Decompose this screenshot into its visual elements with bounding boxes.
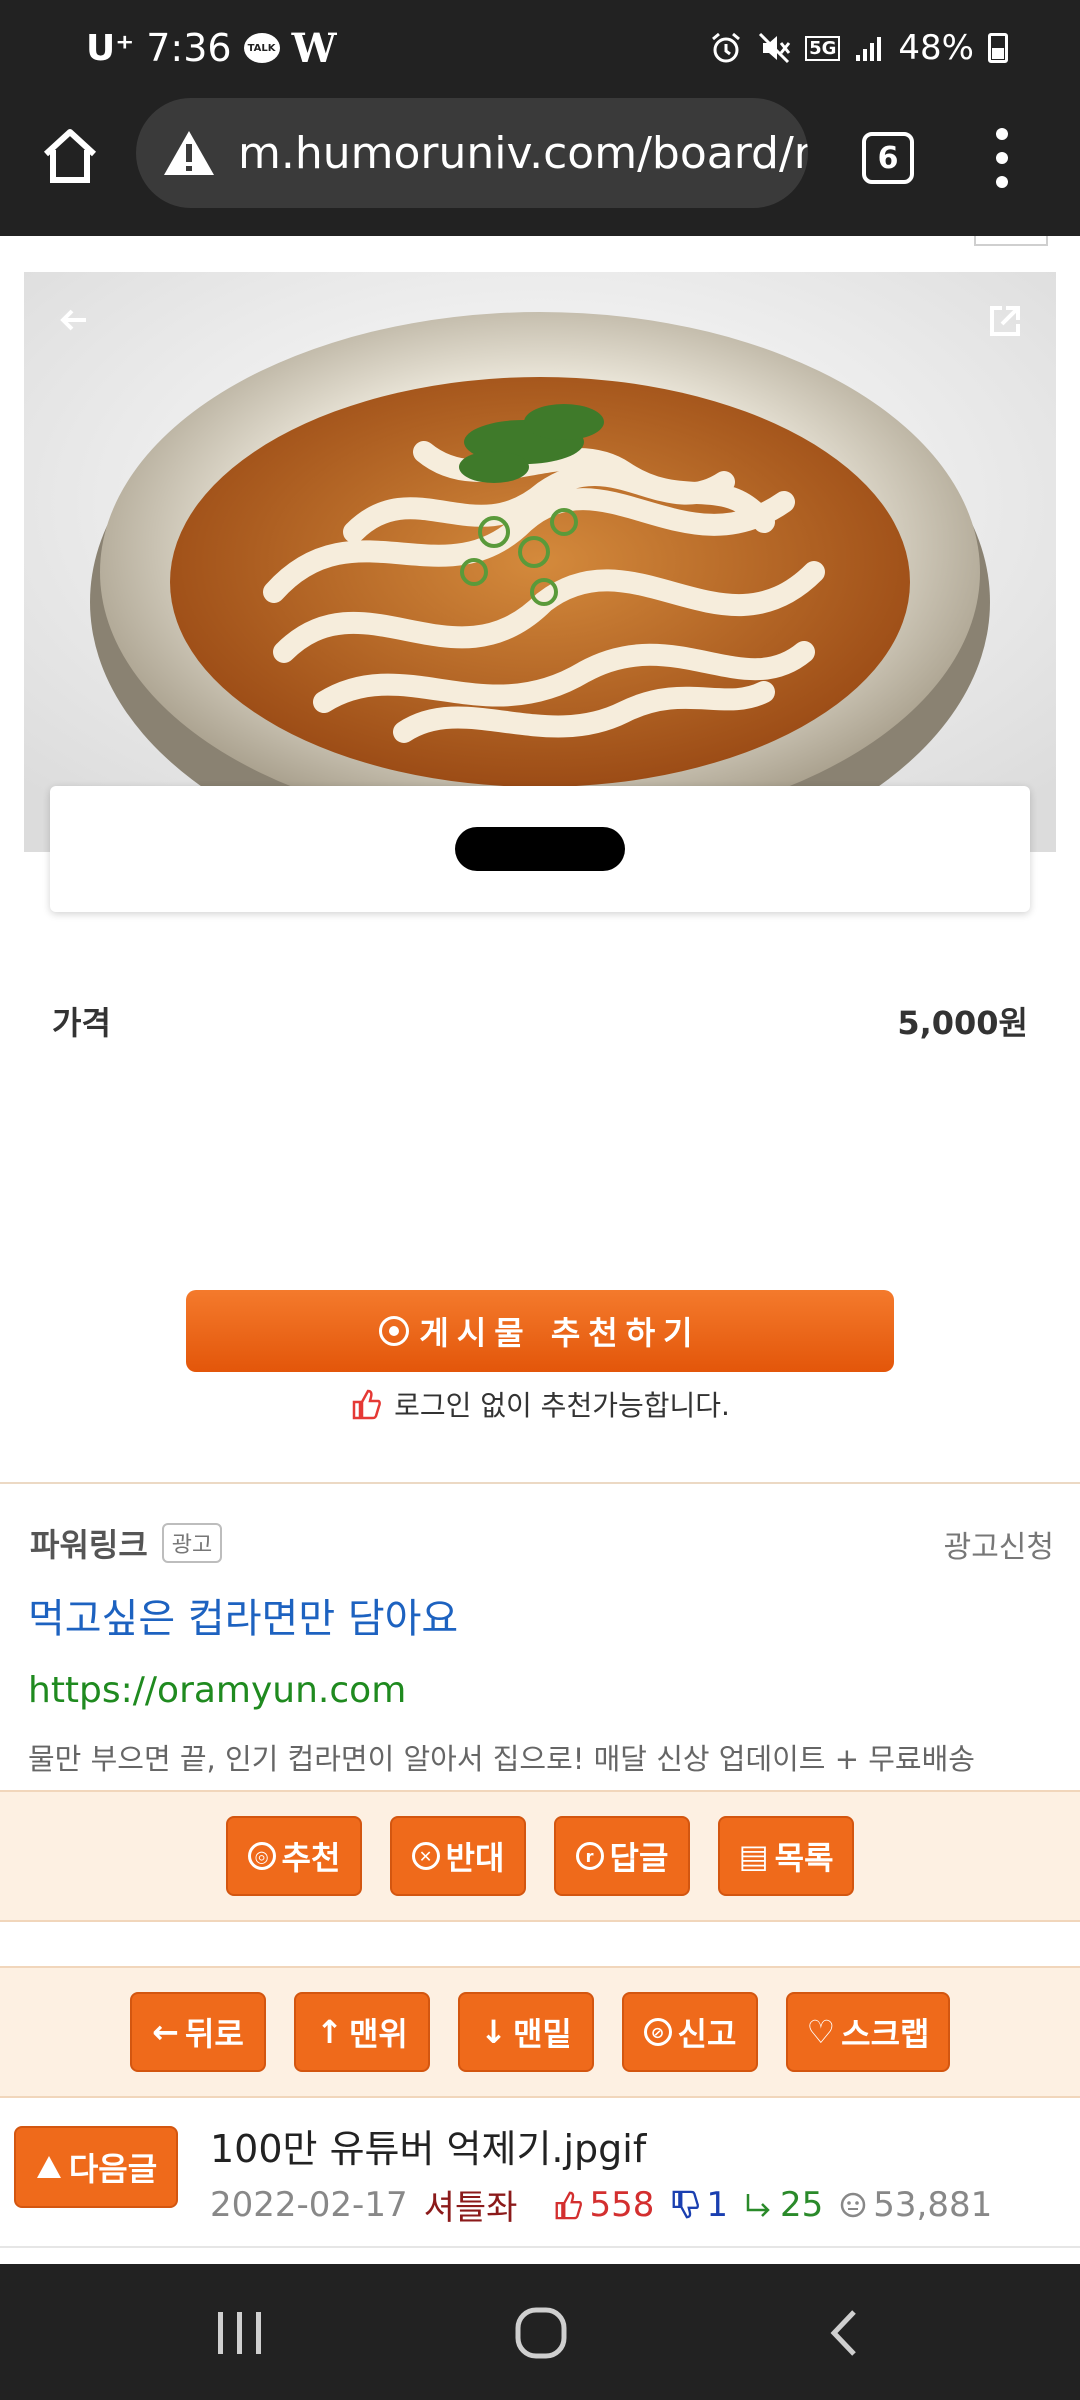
browser-toolbar: m.humoruniv.com/board/re 6 xyxy=(0,96,1080,236)
list-icon: ▤ xyxy=(738,1837,769,1875)
price-label: 가격 xyxy=(52,1004,111,1042)
scroll-top-label: 맨위 xyxy=(348,2015,408,2053)
scroll-bottom-label: 맨밑 xyxy=(512,2015,572,2053)
product-image-card[interactable] xyxy=(24,272,1056,852)
carrier-label: U⁺ xyxy=(86,27,135,69)
product-name-box xyxy=(50,786,1030,912)
thumbs-down-icon xyxy=(672,2190,700,2218)
report-button[interactable]: ⊘ 신고 xyxy=(622,1992,758,2072)
list-label: 목록 xyxy=(774,1839,834,1877)
price-row: 가격 5,000원 xyxy=(52,998,1028,1044)
heart-icon: ♡ xyxy=(806,2013,836,2051)
upvote-label: 추천 xyxy=(281,1839,341,1877)
next-post-row[interactable]: 다음글 100만 유튜버 억제기.jpgif 2022-02-17 셔틀좌 55… xyxy=(0,2098,1080,2248)
divider xyxy=(0,1482,1080,1484)
reply-value: 25 xyxy=(779,2184,824,2225)
reply-count: 25 xyxy=(744,2185,823,2225)
back-arrow-icon[interactable] xyxy=(56,302,92,338)
redacted-product-name xyxy=(455,827,625,871)
login-note-text: 로그인 없이 추천가능합니다. xyxy=(394,1389,730,1422)
recommend-post-button[interactable]: 게시물 추천하기 xyxy=(186,1290,894,1372)
home-circle-icon[interactable] xyxy=(514,2306,568,2360)
tab-switcher-button[interactable]: 6 xyxy=(862,132,914,184)
views-value: 53,881 xyxy=(873,2184,993,2225)
recent-apps-icon[interactable] xyxy=(214,2310,266,2356)
reply-button[interactable]: r 답글 xyxy=(554,1816,690,1896)
back-button[interactable]: ← 뒤로 xyxy=(130,1992,266,2072)
collapsed-tab xyxy=(974,236,1048,246)
left-arrow-icon: ← xyxy=(152,2013,179,2051)
page-content: 가격 5,000원 게시물 추천하기 로그인 없이 추천가능합니다. 파워링크 … xyxy=(0,236,1080,2264)
downvote-count: 1 xyxy=(670,2185,728,2225)
status-bar: U⁺ 7:36 TALK W 5G 48% xyxy=(0,0,1080,96)
down-arrow-icon: ↓ xyxy=(480,2013,507,2051)
navigation-action-bar: ← 뒤로 ↑ 맨위 ↓ 맨밑 ⊘ 신고 ♡ 스크랩 xyxy=(0,1966,1080,2098)
scrap-button[interactable]: ♡ 스크랩 xyxy=(786,1992,950,2072)
view-count: 53,881 xyxy=(839,2185,992,2225)
scroll-bottom-button[interactable]: ↓ 맨밑 xyxy=(458,1992,594,2072)
next-post-title[interactable]: 100만 유튜버 억제기.jpgif xyxy=(210,2118,646,2173)
alarm-icon xyxy=(712,32,741,63)
next-post-label: 다음글 xyxy=(68,2150,158,2188)
report-icon: ⊘ xyxy=(643,2018,672,2046)
powerlink-label: 파워링크 광고 xyxy=(30,1520,223,1566)
ad-description: 물만 부으면 끝, 인기 컵라면이 알아서 집으로! 매달 신상 업데이트 + … xyxy=(28,1742,975,1776)
downvote-label: 반대 xyxy=(445,1839,505,1877)
share-icon[interactable] xyxy=(986,302,1024,340)
downvote-value: 1 xyxy=(706,2184,728,2225)
reply-arrow-icon xyxy=(746,2193,770,2217)
post-date: 2022-02-17 xyxy=(210,2184,408,2225)
url-text: m.humoruniv.com/board/re xyxy=(238,127,808,179)
warning-icon xyxy=(164,131,214,175)
post-author: 셔틀좌 xyxy=(423,2188,518,2228)
login-free-note: 로그인 없이 추천가능합니다. xyxy=(0,1384,1080,1424)
thumbs-up-icon xyxy=(352,1389,381,1420)
home-icon xyxy=(43,129,97,183)
w-app-icon: W xyxy=(291,24,337,72)
more-menu-button[interactable] xyxy=(984,124,1020,192)
next-post-meta: 2022-02-17 셔틀좌 558 1 25 53,881 xyxy=(210,2180,992,2229)
target-icon xyxy=(379,1316,410,1346)
battery-percent: 48% xyxy=(898,28,974,68)
reply-circle-icon: r xyxy=(575,1842,604,1870)
face-icon xyxy=(841,2192,866,2217)
list-button[interactable]: ▤ 목록 xyxy=(718,1816,854,1896)
downvote-button[interactable]: ✕ 반대 xyxy=(390,1816,526,1896)
mute-icon xyxy=(759,32,791,64)
back-chevron-icon[interactable] xyxy=(826,2308,860,2358)
ad-apply-link[interactable]: 광고신청 xyxy=(944,1522,1054,1566)
report-label: 신고 xyxy=(677,2015,737,2053)
ad-title-link[interactable]: 먹고싶은 컵라면만 담아요 xyxy=(28,1586,458,1644)
address-bar[interactable]: m.humoruniv.com/board/re xyxy=(136,98,808,208)
recommend-post-label: 게시물 추천하기 xyxy=(419,1314,701,1352)
next-post-button[interactable]: 다음글 xyxy=(14,2126,178,2208)
home-button[interactable] xyxy=(38,124,102,188)
upvote-count: 558 xyxy=(553,2185,654,2225)
scrap-label: 스크랩 xyxy=(841,2015,930,2053)
back-label: 뒤로 xyxy=(184,2015,244,2053)
thumbs-up-icon xyxy=(556,2191,583,2219)
clock: 7:36 xyxy=(146,26,232,70)
ad-url-link[interactable]: https://oramyun.com xyxy=(28,1670,406,1711)
scroll-top-button[interactable]: ↑ 맨위 xyxy=(294,1992,430,2072)
kebab-menu-icon xyxy=(996,128,1008,188)
reply-label: 답글 xyxy=(609,1839,669,1877)
system-navigation-bar xyxy=(0,2264,1080,2400)
price-value: 5,000원 xyxy=(897,1004,1028,1042)
network-type: 5G xyxy=(805,35,841,61)
post-action-bar: ◎ 추천 ✕ 반대 r 답글 ▤ 목록 xyxy=(0,1790,1080,1922)
triangle-up-icon xyxy=(36,2156,61,2178)
powerlink-text: 파워링크 xyxy=(30,1526,148,1564)
up-arrow-icon: ↑ xyxy=(316,2013,343,2051)
udon-bowl-image xyxy=(24,272,1056,852)
upvote-button[interactable]: ◎ 추천 xyxy=(226,1816,362,1896)
battery-icon xyxy=(988,33,1008,63)
kakaotalk-icon: TALK xyxy=(243,33,280,63)
signal-icon xyxy=(856,37,882,61)
target-icon: ◎ xyxy=(247,1842,276,1870)
ad-badge: 광고 xyxy=(161,1523,223,1563)
x-circle-icon: ✕ xyxy=(411,1842,440,1870)
upvote-value: 558 xyxy=(589,2184,655,2225)
